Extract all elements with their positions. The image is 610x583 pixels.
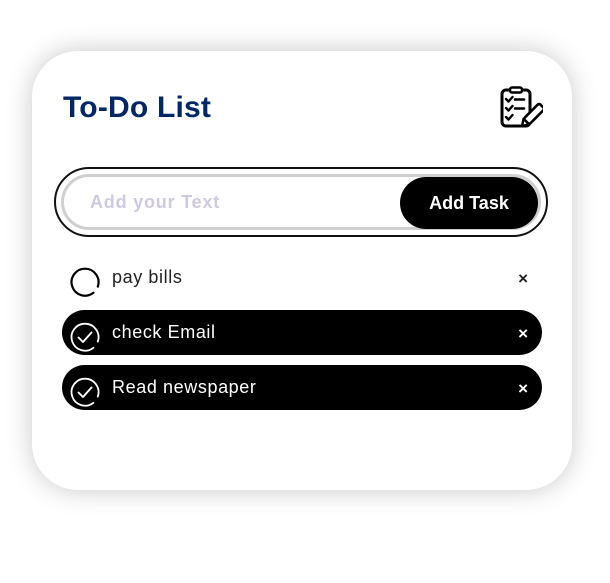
task-input[interactable] <box>90 187 390 217</box>
checked-circle-icon[interactable] <box>70 377 100 407</box>
task-item-read-newspaper[interactable]: Read newspaper × <box>62 365 542 410</box>
todo-card: To-Do List Add Task pay bills × <box>32 51 572 490</box>
remove-task-icon[interactable]: × <box>518 380 528 397</box>
task-input-row: Add Task <box>54 167 548 237</box>
remove-task-icon[interactable]: × <box>518 270 528 287</box>
task-input-frame: Add Task <box>61 174 541 230</box>
remove-task-icon[interactable]: × <box>518 325 528 342</box>
checked-circle-icon[interactable] <box>70 322 100 352</box>
task-text: pay bills <box>112 267 183 287</box>
page-title: To-Do List <box>63 91 212 124</box>
task-text: Read newspaper <box>112 377 257 397</box>
unchecked-circle-icon[interactable] <box>70 267 100 297</box>
task-list: pay bills × check Email × Read newspaper… <box>62 255 542 420</box>
checklist-edit-icon <box>500 86 543 128</box>
add-task-button[interactable]: Add Task <box>400 177 538 229</box>
task-text: check Email <box>112 322 216 342</box>
task-item-pay-bills[interactable]: pay bills × <box>62 255 542 300</box>
task-item-check-email[interactable]: check Email × <box>62 310 542 355</box>
